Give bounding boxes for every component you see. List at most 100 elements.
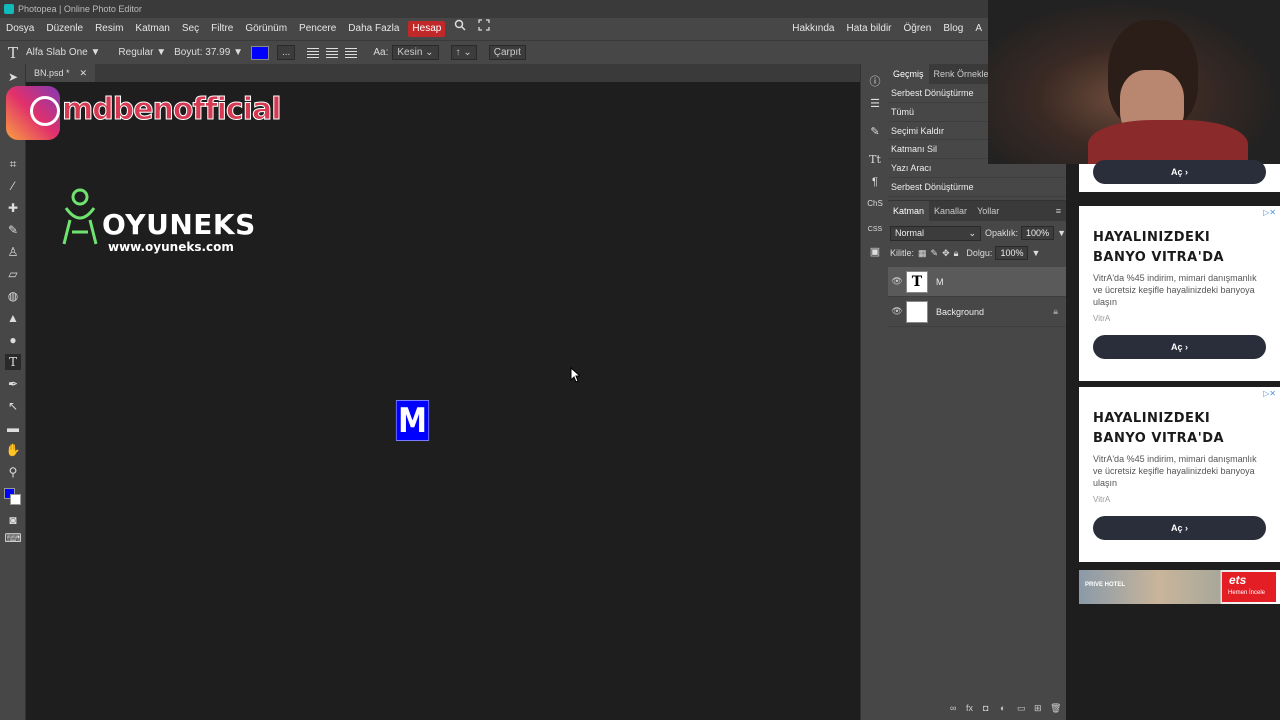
menu-pencere[interactable]: Pencere [293, 18, 342, 40]
lock-fill-row: Kilitle: ▦ ✎ ✥ 🔒︎ Dolgu: 100% ▼ [888, 243, 1066, 263]
background-color-swatch[interactable] [10, 494, 21, 505]
menu-hesap[interactable]: Hesap [408, 21, 446, 37]
ad-title-line2: BANYO VITRA'DA [1093, 250, 1225, 265]
more-options-button[interactable]: ... [277, 45, 296, 60]
fullscreen-icon[interactable] [472, 18, 496, 40]
brush-panel-icon[interactable]: ✎ [867, 124, 883, 140]
menu-ogren[interactable]: Öğren [898, 18, 938, 40]
character-panel-icon[interactable]: Tt [867, 152, 883, 168]
keyboard-icon[interactable]: ⌨ [4, 530, 21, 546]
fill-input[interactable]: 100% [995, 246, 1029, 260]
adjustment-layer-icon[interactable]: ◐ [1000, 703, 1005, 713]
move-tool-icon[interactable]: ➤ [5, 69, 21, 85]
ad-card-vitra-2[interactable]: ▷✕ HAYALINIZDEKI BANYO VITRA'DA VitrA'da… [1079, 387, 1280, 562]
align-right-icon[interactable] [345, 47, 358, 58]
opacity-input[interactable]: 100% [1021, 226, 1055, 240]
ad-choices-icon[interactable]: ▷✕ [1263, 208, 1276, 217]
ad-choices-icon[interactable]: ▷✕ [1263, 389, 1276, 398]
dodge-tool-icon[interactable]: ● [5, 332, 21, 348]
ad-title-line2: BANYO VITRA'DA [1093, 431, 1225, 446]
antialias-select[interactable]: Kesin ⌄ [392, 45, 439, 60]
character-style-icon[interactable]: ChS [867, 196, 883, 212]
ad-open-button[interactable]: Aç › [1093, 335, 1266, 359]
font-family-select[interactable]: Alfa Slab One ▼ [26, 47, 100, 58]
info-icon[interactable]: ⓘ [867, 74, 883, 90]
brush-tool-icon[interactable]: ✎ [5, 222, 21, 238]
quick-mask-icon[interactable]: ◙ [5, 512, 21, 528]
lock-transparency-icon[interactable]: ▦ [918, 248, 927, 259]
layer-mask-icon[interactable]: ◘ [983, 703, 988, 713]
tab-renk-ornekle[interactable]: Renk Örnekle [929, 64, 994, 84]
advertisement-column: Aç › ▷✕ HAYALINIZDEKI BANYO VITRA'DA Vit… [1066, 160, 1280, 720]
eye-icon[interactable]: 👁︎ [888, 276, 906, 287]
canvas-workspace[interactable]: mdbenofficial OYUNEKS www.oyuneks.com M [6, 82, 860, 720]
crop-tool-icon[interactable]: ⌗ [5, 156, 21, 172]
tab-katman[interactable]: Katman [888, 201, 930, 221]
css-panel-icon[interactable]: CSS [867, 222, 883, 238]
menu-duzenle[interactable]: Düzenle [40, 18, 89, 40]
new-layer-icon[interactable]: ⊞ [1034, 703, 1042, 714]
font-style-select[interactable]: Regular ▼ [118, 47, 166, 58]
ad-open-button[interactable]: Aç › [1093, 516, 1266, 540]
close-icon[interactable]: ✕ [80, 64, 88, 82]
menu-katman[interactable]: Katman [129, 18, 175, 40]
blur-tool-icon[interactable]: ▲ [5, 310, 21, 326]
eyedropper-tool-icon[interactable]: ⁄ [5, 178, 21, 194]
lock-pixels-icon[interactable]: ✎ [931, 248, 939, 259]
canvas-text-layer-m[interactable]: M [395, 400, 430, 441]
zoom-tool-icon[interactable]: ⚲ [5, 464, 21, 480]
menu-hata-bildir[interactable]: Hata bildir [840, 18, 897, 40]
adjustments-icon[interactable]: ☰ [867, 96, 883, 112]
path-select-icon[interactable]: ↖ [5, 398, 21, 414]
link-layers-icon[interactable]: ∞ [950, 703, 956, 713]
type-tool-button-icon[interactable]: T [5, 354, 21, 370]
warp-direction-select[interactable]: ↑ ⌄ [450, 45, 477, 60]
tab-gecmis[interactable]: Geçmiş [888, 64, 929, 84]
eye-icon[interactable]: 👁︎ [888, 306, 906, 317]
menu-a[interactable]: A [969, 18, 988, 40]
layer-row-m[interactable]: 👁︎ T M [888, 267, 1066, 297]
align-left-icon[interactable] [307, 47, 320, 58]
tab-yollar[interactable]: Yollar [972, 201, 1004, 221]
ad-banner-hotel[interactable]: PRIVE HOTEL ets Hemen İncele [1079, 570, 1280, 604]
tab-kanallar[interactable]: Kanallar [929, 201, 972, 221]
doc-tab-bn-psd[interactable]: BN.psd * ✕ [26, 64, 96, 82]
menu-daha-fazla[interactable]: Daha Fazla [342, 18, 405, 40]
paragraph-panel-icon[interactable]: ¶ [867, 174, 883, 190]
history-item[interactable]: Serbest Dönüştürme [888, 178, 1066, 197]
menu-blog[interactable]: Blog [937, 18, 969, 40]
eraser-tool-icon[interactable]: ▱ [5, 266, 21, 282]
menu-resim[interactable]: Resim [89, 18, 129, 40]
blend-mode-select[interactable]: Normal ⌄ [890, 225, 982, 241]
type-tool-icon[interactable]: T [8, 44, 18, 62]
layer-effects-icon[interactable]: fx [966, 703, 973, 713]
hand-tool-icon[interactable]: ✋ [5, 442, 21, 458]
document-tabs: BN.psd * ✕ [26, 64, 860, 82]
align-center-icon[interactable] [326, 47, 339, 58]
pen-tool-icon[interactable]: ✒ [5, 376, 21, 392]
opacity-dropdown-icon[interactable]: ▼ [1057, 228, 1066, 238]
delete-layer-icon[interactable]: 🗑︎ [1050, 703, 1061, 714]
lock-all-icon[interactable]: 🔒︎ [954, 248, 959, 259]
image-panel-icon[interactable]: ▣ [867, 244, 883, 260]
menu-dosya[interactable]: Dosya [0, 18, 40, 40]
healing-brush-icon[interactable]: ✚ [5, 200, 21, 216]
ad-card-vitra-1[interactable]: ▷✕ HAYALINIZDEKI BANYO VITRA'DA VitrA'da… [1079, 206, 1280, 381]
menu-sec[interactable]: Seç [176, 18, 205, 40]
ad-open-button[interactable]: Aç › [1093, 160, 1266, 184]
rectangle-tool-icon[interactable]: ▬ [5, 420, 21, 436]
lock-position-icon[interactable]: ✥ [942, 248, 950, 259]
warp-text-button[interactable]: Çarpıt [488, 45, 526, 60]
search-icon[interactable] [448, 18, 472, 40]
layer-row-background[interactable]: 👁︎ Background 🔒︎ [888, 297, 1066, 327]
fill-dropdown-icon[interactable]: ▼ [1031, 248, 1040, 258]
new-group-icon[interactable]: ▭ [1017, 703, 1026, 714]
fill-tool-icon[interactable]: ◍ [5, 288, 21, 304]
menu-filtre[interactable]: Filtre [205, 18, 239, 40]
text-color-swatch[interactable] [251, 45, 269, 60]
clone-stamp-icon[interactable]: ♙ [5, 244, 21, 260]
font-size-control[interactable]: Boyut: 37.99 ▼ [174, 47, 243, 58]
menu-gorunum[interactable]: Görünüm [239, 18, 293, 40]
panel-menu-icon[interactable]: ≡ [1051, 201, 1066, 221]
menu-hakkinda[interactable]: Hakkında [786, 18, 840, 40]
